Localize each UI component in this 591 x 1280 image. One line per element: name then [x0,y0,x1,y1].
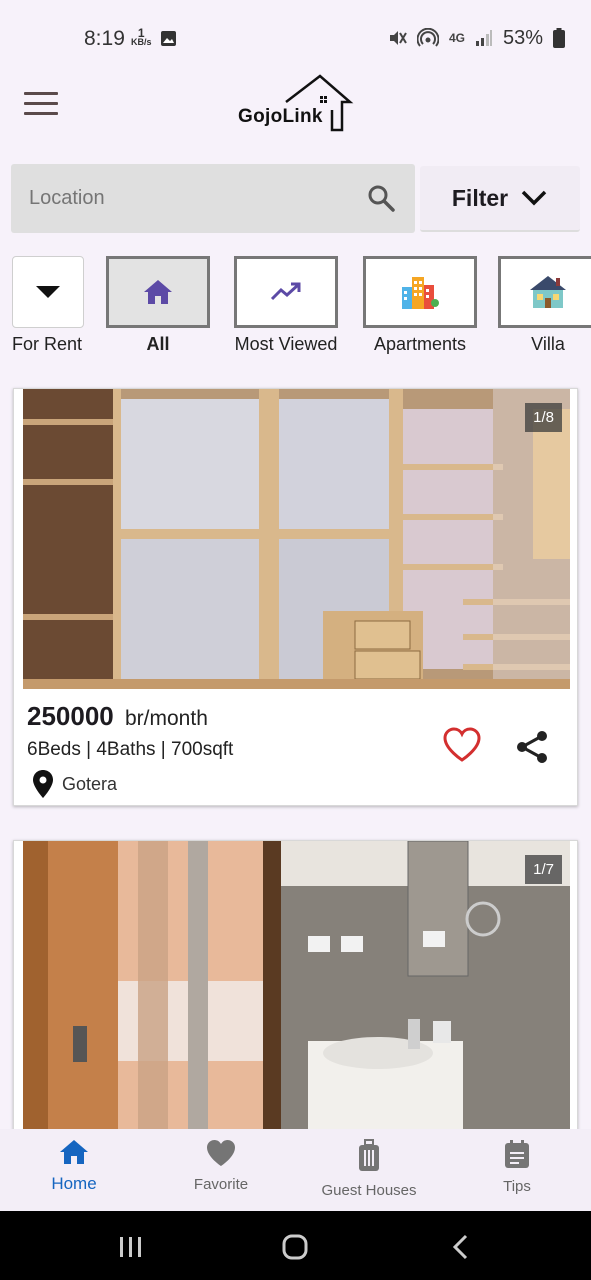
listing-photo[interactable]: 1/7 [23,841,570,1129]
search-input[interactable]: Location [29,187,105,210]
system-navigation-bar [0,1211,591,1280]
bottom-navigation: Home Favorite Guest Houses Tips [0,1129,591,1211]
category-apartments[interactable]: Apartments [363,256,477,355]
dropdown-box[interactable] [12,256,84,328]
category-villa-label: Villa [531,334,565,354]
listing-location: Gotera [32,769,117,799]
home-button-icon[interactable] [281,1233,309,1261]
category-villa-box[interactable] [498,256,591,328]
nav-home[interactable]: Home [14,1139,134,1194]
price-value: 250000 [27,701,114,731]
back-icon[interactable] [450,1233,470,1261]
search-bar[interactable]: Location [11,164,415,233]
network-type: 4G [448,31,465,45]
recent-apps-icon[interactable] [118,1235,144,1259]
filter-button[interactable]: Filter [420,166,580,232]
menu-icon[interactable] [24,92,58,116]
listing-type-dropdown[interactable]: For Rent [12,256,84,355]
category-apartments-box[interactable] [363,256,477,328]
home-icon [60,1140,88,1164]
status-icons: 4G 53% [387,26,565,50]
luggage-icon [359,1139,379,1171]
category-row: For Rent All Most Viewed Apartments Vill… [0,256,591,356]
nav-home-label: Home [51,1174,97,1193]
status-bar: 8:19 1 KB/s 4G 53% [0,0,591,78]
location-pin-icon [33,770,53,798]
listing-type-label: For Rent [12,334,83,354]
search-icon[interactable] [367,184,395,212]
logo-text: GojoLink [238,106,323,127]
home-icon [144,280,172,304]
battery-percent: 53% [502,26,543,49]
apartments-icon [402,277,439,309]
category-most-viewed-label: Most Viewed [234,334,338,354]
nav-favorite-label: Favorite [193,1176,249,1193]
bathroom-photo [23,841,570,1129]
listing-card[interactable]: 1/8 250000 br/month 6Beds | 4Baths | 700… [13,388,578,806]
main-content: Location Filter For Rent All Most Viewed… [0,144,591,1129]
share-icon[interactable] [514,729,550,765]
category-all-label: All [146,334,170,354]
listing-feed: 1/8 250000 br/month 6Beds | 4Baths | 700… [0,368,591,1129]
price-unit: br/month [125,707,208,730]
listing-specs: 6Beds | 4Baths | 700sqft [27,739,234,760]
chevron-down-icon [521,190,547,206]
favorite-heart-icon[interactable] [442,727,482,763]
listing-price: 250000 br/month [27,701,208,732]
mute-icon [389,31,407,45]
notes-icon [505,1140,529,1168]
listing-photo[interactable]: 1/8 [23,389,570,689]
filter-label: Filter [451,184,509,211]
category-apartments-label: Apartments [373,334,467,354]
status-time: 8:19 [84,27,125,50]
photo-counter: 1/7 [525,855,562,884]
category-all[interactable]: All [106,256,210,355]
signal-icon [475,30,492,46]
category-all-box[interactable] [106,256,210,328]
image-notification-icon [161,31,176,46]
category-most-viewed[interactable]: Most Viewed [234,256,338,355]
battery-icon [553,28,565,48]
net-speed: 1 KB/s [131,27,152,47]
nav-tips-label: Tips [503,1178,531,1195]
app-bar: GojoLink [0,74,591,144]
photo-counter: 1/8 [525,403,562,432]
heart-icon [207,1140,235,1166]
nav-guest-houses[interactable]: Guest Houses [309,1139,429,1199]
caret-down-icon [36,286,60,298]
location-text: Gotera [62,773,118,794]
category-villa[interactable]: Villa [498,256,591,355]
villa-icon [530,276,566,308]
trending-up-icon [270,282,301,301]
hotspot-icon [416,28,439,47]
nav-tips[interactable]: Tips [457,1139,577,1195]
net-speed-unit: KB/s [131,37,152,47]
listing-card[interactable]: 1/7 [13,840,578,1129]
app-logo: GojoLink [236,74,356,134]
closet-photo [23,389,570,689]
nav-guest-houses-label: Guest Houses [321,1182,417,1199]
nav-favorite[interactable]: Favorite [161,1139,281,1193]
category-most-viewed-box[interactable] [234,256,338,328]
